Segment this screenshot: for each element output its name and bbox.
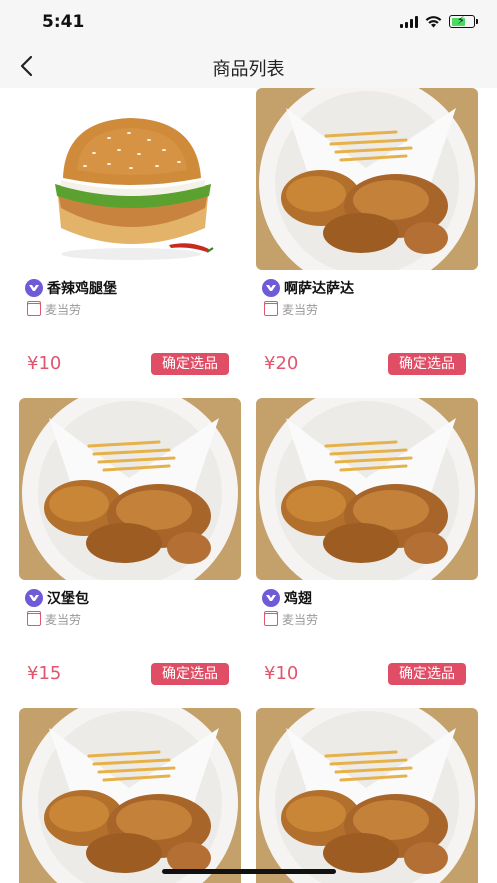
chicken-fries-image <box>19 708 241 883</box>
product-image[interactable] <box>256 398 478 580</box>
wifi-icon <box>425 15 442 27</box>
product-name-row: 汉堡包 <box>25 588 89 608</box>
shop-name: 麦当劳 <box>45 613 82 627</box>
status-time: 5:41 <box>42 12 85 32</box>
chicken-fries-image <box>256 708 478 883</box>
brand-badge-icon <box>262 589 280 607</box>
product-price: ¥15 <box>27 663 62 684</box>
product-price: ¥20 <box>264 353 299 374</box>
product-image[interactable] <box>256 708 478 883</box>
product-image[interactable] <box>19 88 241 270</box>
product-name: 汉堡包 <box>47 591 89 607</box>
shop-row: 麦当劳 <box>264 611 318 628</box>
nav-bar: 商品列表 <box>0 44 497 88</box>
product-name-row: 啊萨达萨达 <box>262 278 354 298</box>
brand-badge-icon <box>25 279 43 297</box>
signal-icon <box>400 15 418 28</box>
product-name-row: 香辣鸡腿堡 <box>25 278 117 298</box>
page-title: 商品列表 <box>212 59 285 80</box>
product-card[interactable]: 鸡翅 麦当劳 ¥10 确定选品 <box>256 398 478 698</box>
shop-row: 麦当劳 <box>27 611 81 628</box>
chicken-fries-image <box>256 88 478 270</box>
status-bar: 5:41 ⚡ <box>0 0 497 44</box>
confirm-select-button[interactable]: 确定选品 <box>388 663 466 685</box>
shop-row: 麦当劳 <box>27 301 81 318</box>
brand-badge-icon <box>25 589 43 607</box>
product-card[interactable] <box>19 708 241 883</box>
product-card[interactable] <box>256 708 478 883</box>
product-name-row: 鸡翅 <box>262 588 312 608</box>
shop-icon <box>264 301 278 316</box>
home-indicator[interactable] <box>162 869 336 874</box>
product-name: 鸡翅 <box>284 591 312 607</box>
shop-name: 麦当劳 <box>282 613 319 627</box>
shop-name: 麦当劳 <box>282 303 319 317</box>
product-image[interactable] <box>256 88 478 270</box>
product-image[interactable] <box>19 708 241 883</box>
confirm-select-button[interactable]: 确定选品 <box>151 663 229 685</box>
shop-icon <box>27 611 41 626</box>
product-name: 香辣鸡腿堡 <box>47 281 117 297</box>
burger-image <box>55 118 214 260</box>
product-price: ¥10 <box>27 353 62 374</box>
shop-icon <box>264 611 278 626</box>
shop-name: 麦当劳 <box>45 303 82 317</box>
product-image[interactable] <box>19 398 241 580</box>
product-card[interactable]: 啊萨达萨达 麦当劳 ¥20 确定选品 <box>256 88 478 388</box>
shop-row: 麦当劳 <box>264 301 318 318</box>
chicken-fries-image <box>256 398 478 580</box>
product-name: 啊萨达萨达 <box>284 281 354 297</box>
product-card[interactable]: 香辣鸡腿堡 麦当劳 ¥10 确定选品 <box>19 88 241 388</box>
shop-icon <box>27 301 41 316</box>
chicken-fries-image <box>19 398 241 580</box>
brand-badge-icon <box>262 279 280 297</box>
battery-icon: ⚡ <box>449 14 478 28</box>
product-price: ¥10 <box>264 663 299 684</box>
status-icons: ⚡ <box>400 14 478 28</box>
product-card[interactable]: 汉堡包 麦当劳 ¥15 确定选品 <box>19 398 241 698</box>
confirm-select-button[interactable]: 确定选品 <box>151 353 229 375</box>
confirm-select-button[interactable]: 确定选品 <box>388 353 466 375</box>
